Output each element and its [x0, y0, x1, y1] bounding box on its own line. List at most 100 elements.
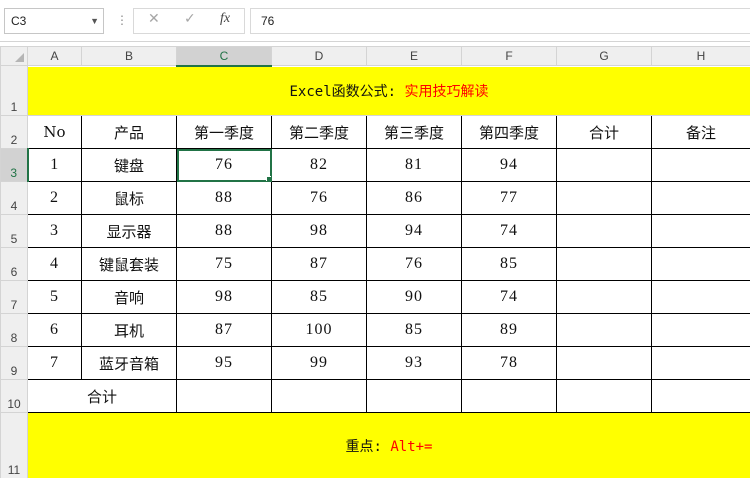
- total-label-cell[interactable]: 合计: [27, 379, 177, 413]
- cell-total[interactable]: [556, 247, 652, 281]
- row-header-4[interactable]: 4: [0, 181, 28, 215]
- header-cell-q3[interactable]: 第三季度: [366, 115, 462, 149]
- header-cell-q1[interactable]: 第一季度: [176, 115, 272, 149]
- cell-notes[interactable]: [651, 247, 750, 281]
- total-q2-cell[interactable]: [271, 379, 367, 413]
- cell-product[interactable]: 显示器: [81, 214, 177, 248]
- cell-q4[interactable]: 85: [461, 247, 557, 281]
- active-cell-c3[interactable]: 76: [176, 148, 272, 182]
- cell-q2[interactable]: 99: [271, 346, 367, 380]
- cell-product[interactable]: 键盘: [81, 148, 177, 182]
- cell-q2[interactable]: 76: [271, 181, 367, 215]
- column-header-b[interactable]: B: [81, 46, 177, 66]
- cell-q2[interactable]: 87: [271, 247, 367, 281]
- header-cell-notes[interactable]: 备注: [651, 115, 750, 149]
- cell-q3[interactable]: 86: [366, 181, 462, 215]
- cell-q1[interactable]: 87: [176, 313, 272, 347]
- cell-q2[interactable]: 98: [271, 214, 367, 248]
- fill-handle[interactable]: [266, 176, 271, 181]
- cell-total[interactable]: [556, 181, 652, 215]
- enter-icon[interactable]: ✓: [184, 11, 196, 27]
- column-header-a[interactable]: A: [27, 46, 82, 66]
- cell-q1[interactable]: 98: [176, 280, 272, 314]
- row-header-11[interactable]: 11: [0, 412, 28, 478]
- cell-q3[interactable]: 85: [366, 313, 462, 347]
- total-q4-cell[interactable]: [461, 379, 557, 413]
- insert-function-icon[interactable]: fx: [220, 11, 230, 27]
- footer-cell[interactable]: 重点: Alt+=: [27, 412, 750, 478]
- cell-q3[interactable]: 76: [366, 247, 462, 281]
- cell-product[interactable]: 鼠标: [81, 181, 177, 215]
- cell-q3[interactable]: 90: [366, 280, 462, 314]
- cell-q4[interactable]: 74: [461, 214, 557, 248]
- total-q3-cell[interactable]: [366, 379, 462, 413]
- cell-q1[interactable]: 88: [176, 214, 272, 248]
- cell-no[interactable]: 2: [27, 181, 82, 215]
- row-header-6[interactable]: 6: [0, 247, 28, 281]
- cell-total[interactable]: [556, 313, 652, 347]
- row-header-9[interactable]: 9: [0, 346, 28, 380]
- cell-total[interactable]: [556, 214, 652, 248]
- total-notes-cell[interactable]: [651, 379, 750, 413]
- name-box[interactable]: C3 ▼: [4, 8, 104, 34]
- cell-q2[interactable]: 85: [271, 280, 367, 314]
- total-q1-cell[interactable]: [176, 379, 272, 413]
- cell-no[interactable]: 3: [27, 214, 82, 248]
- cell-notes[interactable]: [651, 181, 750, 215]
- cell-q3[interactable]: 94: [366, 214, 462, 248]
- cell-product[interactable]: 蓝牙音箱: [81, 346, 177, 380]
- title-cell[interactable]: Excel函数公式: 实用技巧解读: [27, 65, 750, 116]
- header-cell-product[interactable]: 产品: [81, 115, 177, 149]
- select-all-corner[interactable]: [0, 46, 28, 66]
- cell-notes[interactable]: [651, 346, 750, 380]
- cell-no[interactable]: 6: [27, 313, 82, 347]
- cell-notes[interactable]: [651, 313, 750, 347]
- cell-product[interactable]: 耳机: [81, 313, 177, 347]
- cell-product[interactable]: 音响: [81, 280, 177, 314]
- column-header-g[interactable]: G: [556, 46, 652, 66]
- row-header-7[interactable]: 7: [0, 280, 28, 314]
- cell-total[interactable]: [556, 148, 652, 182]
- header-cell-q4[interactable]: 第四季度: [461, 115, 557, 149]
- cell-q2[interactable]: 82: [271, 148, 367, 182]
- cell-q4[interactable]: 77: [461, 181, 557, 215]
- row-header-8[interactable]: 8: [0, 313, 28, 347]
- column-header-h[interactable]: H: [651, 46, 750, 66]
- column-header-e[interactable]: E: [366, 46, 462, 66]
- cell-q2[interactable]: 100: [271, 313, 367, 347]
- cell-q1[interactable]: 95: [176, 346, 272, 380]
- column-header-f[interactable]: F: [461, 46, 557, 66]
- cancel-icon[interactable]: ✕: [148, 11, 160, 27]
- cell-no[interactable]: 1: [27, 148, 82, 182]
- cell-q3[interactable]: 93: [366, 346, 462, 380]
- cell-no[interactable]: 5: [27, 280, 82, 314]
- row-header-3[interactable]: 3: [0, 148, 29, 182]
- cell-q4[interactable]: 89: [461, 313, 557, 347]
- cell-q4[interactable]: 78: [461, 346, 557, 380]
- row-header-5[interactable]: 5: [0, 214, 28, 248]
- header-cell-total[interactable]: 合计: [556, 115, 652, 149]
- column-header-c[interactable]: C: [176, 46, 272, 67]
- column-header-d[interactable]: D: [271, 46, 367, 66]
- cell-notes[interactable]: [651, 280, 750, 314]
- cell-q1[interactable]: 88: [176, 181, 272, 215]
- cell-product[interactable]: 键鼠套装: [81, 247, 177, 281]
- row-header-2[interactable]: 2: [0, 115, 28, 149]
- cell-total[interactable]: [556, 346, 652, 380]
- formula-input[interactable]: 76: [250, 8, 750, 34]
- cell-q4[interactable]: 94: [461, 148, 557, 182]
- cell-q1[interactable]: 75: [176, 247, 272, 281]
- header-cell-q2[interactable]: 第二季度: [271, 115, 367, 149]
- row-header-10[interactable]: 10: [0, 379, 28, 413]
- cell-notes[interactable]: [651, 148, 750, 182]
- header-cell-no[interactable]: No: [27, 115, 82, 149]
- cell-notes[interactable]: [651, 214, 750, 248]
- cell-q3[interactable]: 81: [366, 148, 462, 182]
- chevron-down-icon[interactable]: ▼: [90, 9, 99, 33]
- row-header-1[interactable]: 1: [0, 65, 28, 116]
- cell-q4[interactable]: 74: [461, 280, 557, 314]
- cell-no[interactable]: 4: [27, 247, 82, 281]
- total-sum-cell[interactable]: [556, 379, 652, 413]
- cell-total[interactable]: [556, 280, 652, 314]
- cell-no[interactable]: 7: [27, 346, 82, 380]
